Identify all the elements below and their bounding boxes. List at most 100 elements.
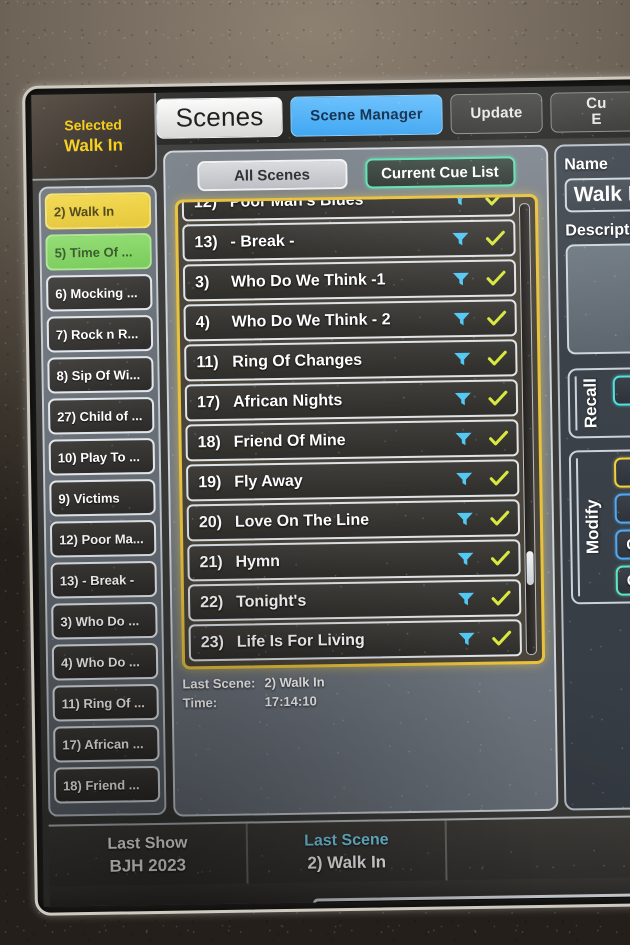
filter-funnel-icon[interactable] [453, 350, 471, 366]
enabled-check-icon[interactable] [485, 193, 505, 206]
cue-title: Hymn [235, 552, 281, 571]
tab-cu-e[interactable]: Cu E [550, 91, 630, 133]
scene-list-item[interactable]: 8) Sip Of Wi... [47, 355, 154, 394]
filter-funnel-icon[interactable] [456, 510, 474, 526]
enabled-check-icon[interactable] [487, 310, 507, 326]
scene-list-item[interactable]: 11) Ring Of ... [52, 683, 159, 722]
enabled-check-icon[interactable] [490, 550, 510, 566]
enabled-check-icon[interactable] [485, 230, 505, 246]
modify-button-2[interactable] [614, 492, 630, 524]
cue-number: 17) [196, 393, 221, 411]
cue-list-items[interactable]: 12) Poor Man's Blues 13) - Break - 3) Who Do … [181, 193, 523, 665]
cue-list-item[interactable]: 11) Ring Of Changes [184, 339, 518, 382]
filter-funnel-icon[interactable] [453, 310, 471, 326]
filter-funnel-icon[interactable] [451, 193, 469, 207]
cue-title: - Break - [230, 232, 295, 251]
scene-list-item[interactable]: 12) Poor Ma... [49, 519, 157, 558]
enabled-check-icon[interactable] [489, 470, 509, 486]
status-bar: Last Show BJH 2023 Last Scene 2) Walk In [48, 815, 630, 887]
selected-scene-indicator: Selected Walk In [31, 92, 158, 181]
scene-list-item[interactable]: 3) Who Do ... [51, 601, 158, 640]
enabled-check-icon[interactable] [488, 430, 509, 446]
filter-funnel-icon[interactable] [452, 270, 470, 286]
cue-list-item[interactable]: 22) Tonight's [187, 579, 522, 622]
cue-list-item[interactable]: 18) Friend Of Mine [185, 419, 519, 462]
tab-scenes[interactable]: Scenes [156, 96, 283, 139]
cue-list-item[interactable]: 3) Who Do We Think -1 [182, 259, 517, 302]
scene-list-item[interactable]: 5) Time Of ... [45, 232, 152, 271]
status-value: 2) Walk In [307, 851, 387, 873]
cue-list-item[interactable]: 19) Fly Away [185, 459, 520, 502]
cue-number: 11) [196, 353, 219, 371]
scene-list-item[interactable]: 9) Victims [49, 478, 156, 517]
scene-list-item[interactable]: 6) Mocking ... [45, 273, 153, 312]
filter-toggle-row: All Scenes Current Cue List [174, 156, 537, 192]
enabled-check-icon[interactable] [491, 590, 511, 606]
name-field[interactable]: Walk In [564, 176, 630, 213]
cue-title: Tonight's [235, 592, 307, 611]
current-cue-list-button[interactable]: Current Cue List [364, 156, 516, 189]
cue-number: 19) [198, 473, 222, 491]
modify-button-1[interactable] [613, 456, 630, 488]
filter-funnel-icon[interactable] [457, 590, 475, 606]
scene-list-panel[interactable]: 2) Walk In 5) Time Of ... 6) Mocking ... 7)… [38, 184, 167, 817]
cue-list-item[interactable]: 20) Love On The Line [186, 499, 521, 542]
enabled-check-icon[interactable] [486, 270, 506, 286]
modify-button-3[interactable]: Co [615, 528, 630, 560]
enabled-check-icon[interactable] [487, 350, 507, 366]
cue-title: Love On The Line [234, 511, 370, 531]
scene-list-item[interactable]: 18) Friend ... [53, 765, 161, 804]
status-cell [447, 817, 630, 880]
selected-label: Selected [64, 115, 123, 133]
cue-list-item[interactable]: 23) Life Is For Living [188, 619, 523, 662]
description-field[interactable] [565, 242, 630, 355]
cue-number: 21) [199, 553, 223, 571]
scene-list-item[interactable]: 17) African ... [53, 724, 160, 763]
cue-list-item[interactable]: 12) Poor Man's Blues [181, 193, 516, 222]
status-key: Last Scene [304, 830, 389, 850]
tab-update[interactable]: Update [450, 92, 543, 135]
last-scene-key: Last Scene: [182, 675, 256, 692]
cue-list-item[interactable]: 4) Who Do We Think - 2 [183, 299, 517, 342]
enabled-check-icon[interactable] [490, 510, 510, 526]
recall-group-label: Recall [574, 375, 606, 431]
recall-button-1[interactable] [612, 374, 630, 406]
scene-list-item[interactable]: 10) Play To ... [48, 437, 156, 476]
cue-list-item[interactable]: 13) - Break - [182, 219, 516, 262]
cue-title: Poor Man's Blues [229, 193, 364, 211]
scrollbar-thumb[interactable] [526, 550, 534, 585]
scene-list-item[interactable]: 2) Walk In [44, 191, 152, 230]
filter-funnel-icon[interactable] [451, 230, 469, 246]
cue-list-scrollbar[interactable] [518, 203, 538, 656]
filter-funnel-icon[interactable] [456, 550, 474, 566]
scene-list-item[interactable]: 27) Child of ... [47, 396, 155, 435]
cue-number: 20) [198, 513, 223, 531]
cue-number: 23) [200, 633, 225, 651]
clock-display: 19:37: [312, 892, 630, 907]
filter-funnel-icon[interactable] [454, 390, 472, 406]
status-cell: Last Scene 2) Walk In [247, 820, 448, 884]
scene-list-item[interactable]: 4) Who Do ... [51, 642, 159, 681]
all-scenes-button[interactable]: All Scenes [196, 158, 348, 192]
filter-funnel-icon[interactable] [454, 430, 472, 446]
scene-list-item[interactable]: 7) Rock n R... [46, 314, 154, 353]
filter-funnel-icon[interactable] [455, 470, 473, 486]
enabled-check-icon[interactable] [488, 390, 508, 406]
cue-title: Life Is For Living [236, 631, 365, 651]
cue-list-item[interactable]: 21) Hymn [187, 539, 521, 582]
cue-title: Friend Of Mine [233, 431, 346, 451]
modify-button-4[interactable]: C [615, 564, 630, 596]
cue-title: African Nights [232, 391, 343, 411]
cue-number: 3) [194, 273, 210, 291]
tab-scene-manager[interactable]: Scene Manager [290, 94, 443, 137]
scene-list-item[interactable]: 13) - Break - [50, 560, 158, 599]
cue-title: Who Do We Think - 2 [231, 310, 391, 331]
cue-list-frame: 12) Poor Man's Blues 13) - Break - 3) Who Do … [174, 193, 546, 670]
last-scene-value: 2) Walk In [264, 674, 325, 691]
enabled-check-icon[interactable] [492, 630, 512, 646]
screen-frame: Scenes Scene Manager Update Cu E Selected W… [22, 76, 630, 916]
filter-funnel-icon[interactable] [458, 630, 476, 646]
status-key: Last Show [107, 833, 188, 853]
cue-list-item[interactable]: 17) African Nights [184, 379, 519, 422]
cue-list-panel: All Scenes Current Cue List 12) Poor Man'… [163, 144, 559, 817]
